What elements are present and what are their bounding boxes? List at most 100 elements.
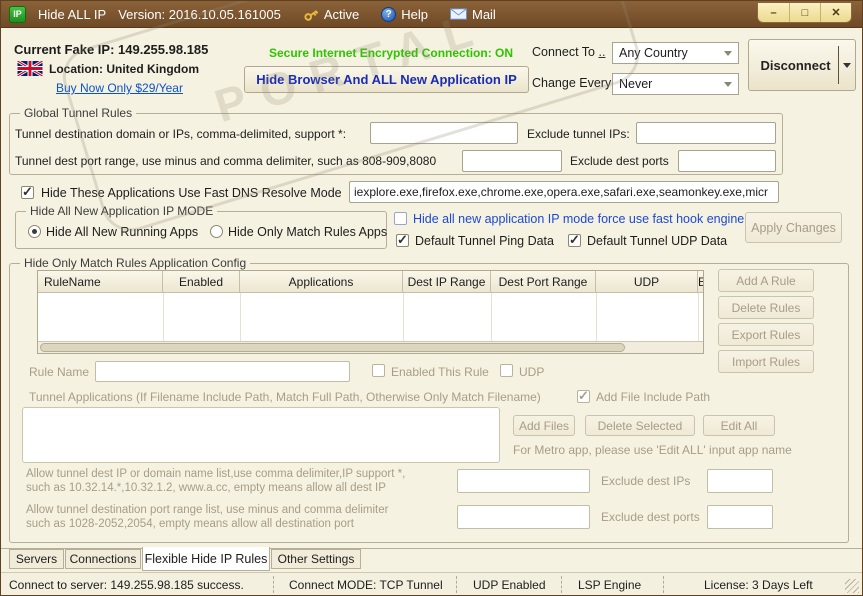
hide-browser-button[interactable]: Hide Browser And ALL New Application IP — [244, 66, 529, 93]
status-udp: UDP Enabled — [473, 578, 546, 592]
exclude-dest-ports-label: Exclude dest ports — [570, 154, 669, 168]
maximize-button[interactable]: □ — [789, 3, 820, 22]
delete-selected-button[interactable]: Delete Selected — [585, 415, 695, 436]
tab-flexible-hide-ip-rules[interactable]: Flexible Hide IP Rules — [142, 547, 270, 571]
change-every-value: Never — [619, 77, 653, 91]
add-file-include-path-label: Add File Include Path — [596, 390, 711, 404]
fast-dns-apps-input[interactable]: iexplore.exe,firefox.exe,chrome.exe,oper… — [349, 181, 779, 203]
change-every-select[interactable]: Never — [612, 73, 739, 95]
column-divider — [240, 293, 241, 341]
disconnect-button[interactable]: Disconnect — [748, 39, 856, 91]
rule-name-input[interactable] — [95, 361, 350, 382]
tab-other-settings[interactable]: Other Settings — [271, 549, 361, 569]
secure-connection-status: Secure Internet Encrypted Connection: ON — [269, 46, 514, 60]
check-icon: ✓ — [22, 183, 33, 199]
tunnel-apps-listbox[interactable] — [22, 407, 500, 463]
hide-new-app-mode-title: Hide All New Application IP MODE — [26, 204, 218, 218]
apply-changes-button[interactable]: Apply Changes — [745, 212, 842, 243]
tunnel-ping-label: Default Tunnel Ping Data — [415, 234, 554, 248]
horizontal-scrollbar[interactable] — [38, 341, 703, 353]
rule-name-label: Rule Name — [29, 365, 90, 379]
scrollbar-thumb[interactable] — [40, 343, 625, 352]
fast-hook-checkbox[interactable] — [394, 212, 407, 225]
col-dest-port-range[interactable]: Dest Port Range — [491, 271, 596, 292]
fast-hook-label: Hide all new application IP mode force u… — [413, 212, 745, 226]
col-rulename[interactable]: RuleName — [38, 271, 163, 292]
radio-hide-all-new-apps-label: Hide All New Running Apps — [46, 225, 199, 239]
rule-exclude-dest-ips-label: Exclude dest IPs — [601, 474, 691, 488]
rule-exclude-dest-ports-label: Exclude dest ports — [601, 510, 700, 524]
buy-now-link[interactable]: Buy Now Only $29/Year — [56, 81, 183, 95]
uk-flag-icon — [17, 61, 43, 76]
connect-to-value: Any Country — [619, 46, 688, 60]
column-divider — [698, 293, 699, 341]
rules-table-body — [38, 293, 703, 341]
global-tunnel-rules-title: Global Tunnel Rules — [20, 106, 137, 120]
menu-mail[interactable]: Mail — [449, 7, 496, 22]
tunnel-dest-input[interactable] — [370, 122, 518, 144]
help-icon: ? — [381, 6, 397, 22]
allow-dest-port-input[interactable] — [457, 505, 590, 529]
status-divider — [663, 576, 664, 593]
tunnel-udp-checkbox[interactable]: ✓ — [568, 231, 581, 247]
tab-connections[interactable]: Connections — [65, 549, 141, 569]
match-rules-config-group: Hide Only Match Rules Application Config… — [9, 256, 849, 543]
exclude-tunnel-ips-input[interactable] — [636, 122, 776, 144]
menu-active[interactable]: Active — [303, 7, 359, 22]
rule-udp-label: UDP — [519, 365, 545, 379]
fast-dns-checkbox[interactable]: ✓ — [21, 183, 34, 199]
minimize-button[interactable]: – — [758, 3, 789, 22]
add-a-rule-button[interactable]: Add A Rule — [718, 269, 814, 292]
exclude-dest-ports-input[interactable] — [678, 150, 776, 172]
connect-to-select[interactable]: Any Country — [612, 42, 739, 64]
tunnel-apps-label: Tunnel Applications (If Filename Include… — [29, 390, 541, 404]
enabled-this-rule-label: Enabled This Rule — [391, 365, 489, 379]
delete-rules-button[interactable]: Delete Rules — [718, 296, 814, 319]
import-rules-button[interactable]: Import Rules — [718, 350, 814, 373]
radio-hide-all-new-apps[interactable] — [28, 225, 41, 238]
column-divider — [596, 293, 597, 341]
app-title: Hide ALL IP — [38, 6, 107, 22]
allow-dest-ip-input[interactable] — [457, 469, 590, 493]
version-label: Version: 2016.10.05.161005 — [118, 6, 281, 22]
metro-app-note: For Metro app, please use 'Edit ALL' inp… — [513, 443, 792, 457]
tunnel-ping-checkbox[interactable]: ✓ — [396, 233, 409, 247]
enabled-this-rule-checkbox[interactable] — [372, 364, 385, 377]
status-divider — [561, 576, 562, 593]
split-divider — [838, 46, 839, 84]
tunnel-port-input[interactable] — [462, 150, 562, 172]
export-rules-button[interactable]: Export Rules — [718, 323, 814, 346]
menu-help[interactable]: ? Help — [381, 6, 428, 22]
connect-to-more-link[interactable]: .. — [599, 45, 606, 59]
col-clipped[interactable]: E — [698, 271, 703, 292]
edit-all-button[interactable]: Edit All — [703, 415, 775, 436]
radio-hide-only-match-rules[interactable] — [210, 225, 223, 238]
hide-new-app-mode-group: Hide All New Application IP MODE Hide Al… — [15, 204, 387, 249]
tab-servers[interactable]: Servers — [9, 549, 64, 569]
col-udp[interactable]: UDP — [596, 271, 698, 292]
col-enabled[interactable]: Enabled — [163, 271, 240, 292]
check-icon: ✓ — [569, 231, 580, 247]
rule-exclude-dest-ips-input[interactable] — [707, 469, 773, 493]
col-dest-ip-range[interactable]: Dest IP Range — [403, 271, 491, 292]
match-rules-config-title: Hide Only Match Rules Application Config — [20, 256, 251, 270]
current-fake-ip: Current Fake IP: 149.255.98.185 — [14, 42, 209, 57]
connect-to-text: Connect To — [532, 45, 596, 59]
allow-dest-port-line1: Allow tunnel destination port range list… — [26, 504, 389, 516]
title-bar: IP Hide ALL IP Version: 2016.10.05.16100… — [1, 1, 862, 28]
chevron-down-icon — [724, 50, 732, 56]
column-divider — [403, 293, 404, 341]
col-applications[interactable]: Applications — [240, 271, 403, 292]
rule-udp-checkbox[interactable] — [500, 364, 513, 377]
rules-table[interactable]: RuleName Enabled Applications Dest IP Ra… — [37, 270, 704, 354]
tunnel-port-label: Tunnel dest port range, use minus and co… — [15, 154, 437, 168]
window-controls: – □ ✕ — [757, 3, 852, 23]
allow-dest-ip-line2: such as 10.32.14.*,10.32.1.2, www.a.cc, … — [26, 482, 386, 494]
chevron-down-icon[interactable] — [843, 62, 851, 68]
add-files-button[interactable]: Add Files — [513, 415, 575, 436]
allow-dest-ip-line1: Allow tunnel dest IP or domain name list… — [26, 468, 406, 480]
close-button[interactable]: ✕ — [820, 3, 851, 22]
resize-grip[interactable] — [845, 579, 859, 593]
add-file-include-path-checkbox[interactable]: ✓ — [577, 389, 590, 403]
rule-exclude-dest-ports-input[interactable] — [707, 505, 773, 529]
